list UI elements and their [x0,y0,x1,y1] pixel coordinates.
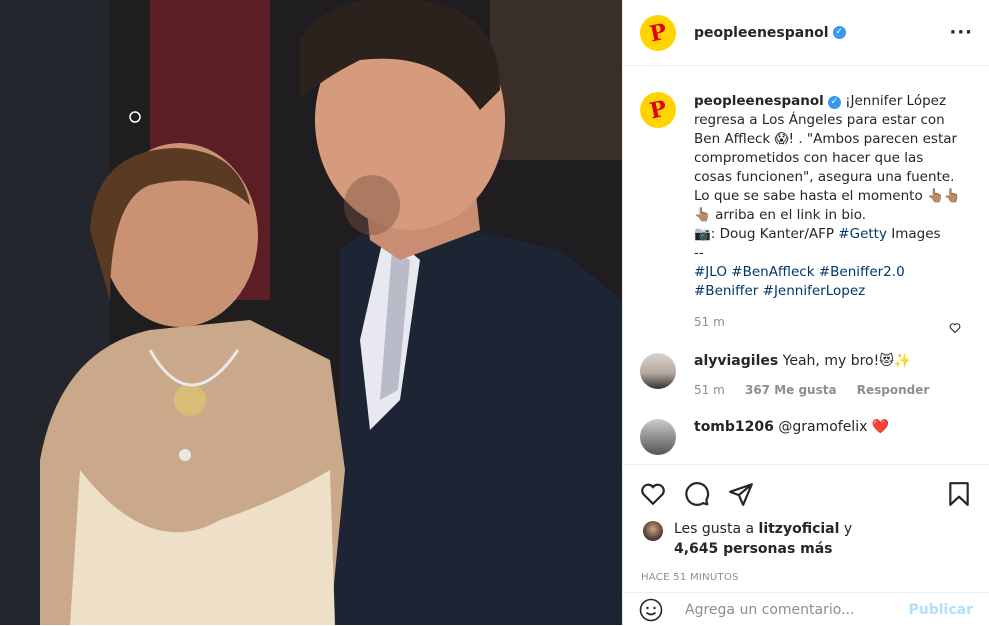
getty-hashtag[interactable]: #Getty [838,226,887,242]
likes-text: Les gusta a litzyoficial y 4,645 persona… [674,519,852,559]
bookmark-icon[interactable] [945,480,973,508]
comment-body: tomb1206 @gramofelix ❤️ [694,419,889,455]
comment-icon[interactable] [683,480,711,508]
comment-like-count[interactable]: 367 Me gusta [745,383,837,397]
commenter-avatar[interactable] [640,353,676,389]
comment-meta: 51 m 367 Me gusta Responder [694,383,945,397]
action-icons-row [623,465,989,513]
likes-count[interactable]: 4,645 personas más [674,541,833,557]
hashtag-beniffer[interactable]: #Beniffer [694,283,758,299]
caption-time[interactable]: 51 m [694,315,989,329]
caption-separator: -- [694,245,704,261]
post-modal: P peopleenespanol ✓ ··· P peopleenespano… [0,0,989,625]
post-actions-section: Les gusta a litzyoficial y 4,645 persona… [623,464,989,626]
caption-username[interactable]: peopleenespanol [694,93,824,109]
smiley-icon[interactable] [639,598,663,622]
likes-middle: y [839,521,853,537]
likes-prefix: Les gusta a [674,521,759,537]
comment-like-heart-icon[interactable] [949,322,961,334]
add-comment-bar: Publicar [623,592,989,626]
caption-credit-suffix: Images [886,226,941,242]
commenter-avatar[interactable] [640,419,676,455]
photo-illustration [0,0,622,625]
comment-item-partial: tomb1206 @gramofelix ❤️ [623,397,989,455]
more-horizontal-icon[interactable]: ··· [949,22,973,43]
comment-username[interactable]: tomb1206 [694,419,774,435]
post-timestamp[interactable]: HACE 51 MINUTOS [623,559,989,583]
comment-username[interactable]: alyviagiles [694,353,778,369]
hashtag-beniffer2[interactable]: #Beniffer2.0 [819,264,905,280]
post-photo[interactable] [0,0,622,625]
verified-badge-icon: ✓ [827,96,841,109]
avatar-logo-letter: P [647,95,669,125]
caption-body: peopleenespanol ✓ ¡Jennifer López regresa… [694,92,964,301]
hashtag-jlo[interactable]: #JLO [694,264,727,280]
caption-author-avatar[interactable]: P [640,92,676,128]
comment-item: alyviagiles Yeah, my bro!😻✨ 51 m 367 Me … [623,329,989,397]
verified-badge-icon: ✓ [832,26,846,39]
post-header: P peopleenespanol ✓ ··· [623,0,989,66]
comment-text: @gramofelix ❤️ [778,419,890,435]
reply-button[interactable]: Responder [857,383,930,397]
comments-scroll-area[interactable]: P peopleenespanol ✓ ¡Jennifer López regre… [623,66,989,464]
comment-input[interactable] [683,600,909,619]
caption-text: ¡Jennifer López regresa a Los Ángeles pa… [694,93,961,223]
hashtag-benaffleck[interactable]: #BenAffleck [731,264,814,280]
comment-text: Yeah, my bro!😻✨ [782,353,912,369]
likes-summary: Les gusta a litzyoficial y 4,645 persona… [623,513,989,559]
liker-username[interactable]: litzyoficial [759,521,840,537]
author-username[interactable]: peopleenespanol [694,25,829,41]
comment-time[interactable]: 51 m [694,383,725,397]
heart-icon[interactable] [639,480,667,508]
caption: P peopleenespanol ✓ ¡Jennifer López regre… [623,66,989,301]
publish-button[interactable]: Publicar [909,602,974,618]
post-side-panel: P peopleenespanol ✓ ··· P peopleenespano… [622,0,989,625]
caption-photo-credit: 📷: Doug Kanter/AFP [694,226,839,242]
liker-avatar[interactable] [643,521,663,541]
avatar-logo-letter: P [647,18,669,47]
comment-body: alyviagiles Yeah, my bro!😻✨ 51 m 367 Me … [694,353,945,397]
author-avatar[interactable]: P [640,14,676,51]
paper-plane-icon[interactable] [727,480,755,508]
hashtag-jenniferlopez[interactable]: #JenniferLopez [763,283,866,299]
